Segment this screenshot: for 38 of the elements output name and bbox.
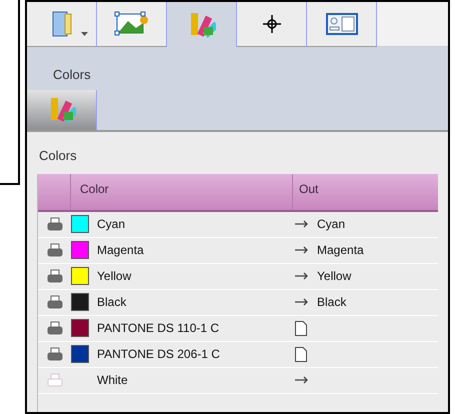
book-icon bbox=[50, 10, 72, 38]
color-name: White bbox=[97, 372, 129, 389]
printer-icon[interactable] bbox=[46, 321, 62, 335]
image-icon bbox=[114, 11, 150, 37]
arrow-right-icon bbox=[295, 298, 309, 306]
output-name: Black bbox=[317, 294, 346, 311]
column-header[interactable]: Color bbox=[71, 174, 293, 210]
printer-icon[interactable] bbox=[46, 217, 62, 231]
printer-icon[interactable] bbox=[46, 295, 62, 309]
color-name: Magenta bbox=[97, 242, 145, 259]
dropdown-caret-icon bbox=[81, 32, 88, 36]
colors-subtab[interactable] bbox=[27, 90, 97, 130]
printer-icon[interactable] bbox=[46, 243, 62, 257]
color-name: Cyan bbox=[97, 216, 126, 233]
arrow-right-icon bbox=[295, 246, 309, 254]
toolbar-tab[interactable] bbox=[307, 2, 377, 47]
color-name: Yellow bbox=[97, 268, 132, 285]
toolbar-tab[interactable] bbox=[27, 2, 97, 47]
arrow-right-icon bbox=[295, 272, 309, 280]
document-icon bbox=[295, 346, 307, 362]
output-name: Magenta bbox=[317, 242, 364, 259]
printer-icon[interactable] bbox=[46, 269, 62, 283]
output-name: Yellow bbox=[317, 268, 352, 285]
color-name: Black bbox=[97, 294, 128, 311]
color-name: PANTONE DS 110-1 C bbox=[97, 320, 220, 337]
color-name: PANTONE DS 206-1 C bbox=[97, 346, 221, 363]
printer-icon[interactable] bbox=[46, 347, 62, 361]
arrow-right-icon bbox=[295, 376, 309, 384]
column-header[interactable]: Out bbox=[293, 174, 438, 210]
crosshair-icon bbox=[262, 15, 280, 33]
layout-icon bbox=[326, 13, 358, 35]
panel-title: Colors bbox=[53, 66, 92, 84]
toolbar-tab[interactable] bbox=[97, 2, 167, 47]
toolbar-tab[interactable] bbox=[237, 2, 307, 47]
section-title: Colors bbox=[39, 147, 78, 165]
output-name: Cyan bbox=[317, 216, 346, 233]
arrow-right-icon bbox=[295, 220, 309, 228]
document-icon bbox=[295, 320, 307, 336]
